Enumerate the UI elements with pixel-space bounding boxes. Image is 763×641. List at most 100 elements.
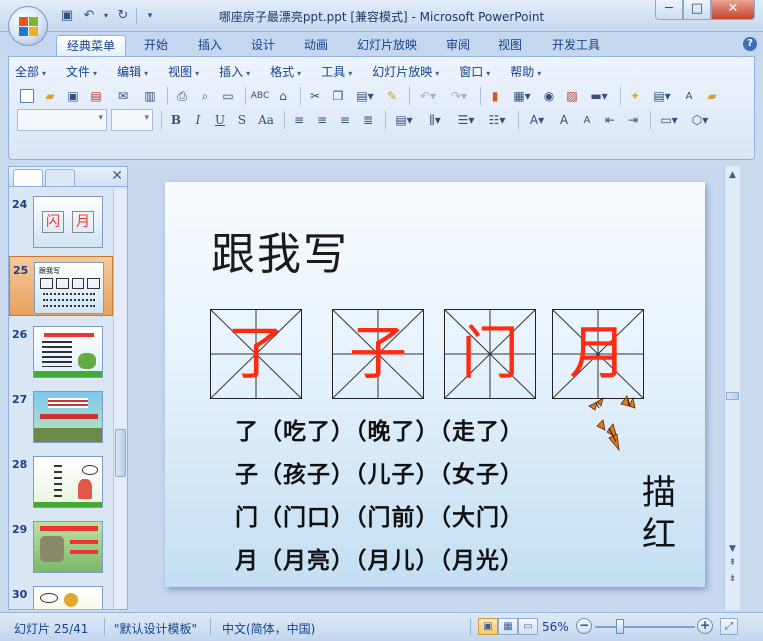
tianzige-box-3[interactable]: 门 — [444, 309, 536, 399]
zoom-slider-track[interactable] — [595, 626, 695, 628]
menu-file[interactable]: 文件 ▾ — [66, 63, 97, 81]
change-case-button[interactable]: Aa — [254, 110, 278, 130]
numbering-icon[interactable]: ☷▾ — [483, 110, 511, 130]
zoom-level[interactable]: 56% — [542, 620, 569, 634]
menu-all[interactable]: 全部 ▾ — [15, 63, 46, 81]
shadow-button[interactable]: S — [232, 110, 252, 130]
menu-view[interactable]: 视图 ▾ — [168, 63, 199, 81]
email-icon[interactable]: ✉ — [109, 86, 137, 106]
copy-icon[interactable]: ❐ — [328, 86, 348, 106]
thumbnail-slide-29[interactable]: 29 — [9, 516, 113, 576]
text-direction-icon[interactable]: ▤▾ — [390, 110, 418, 130]
slide-scrollbar[interactable]: ▲ ▼ ⇞ ⇟ — [724, 166, 740, 610]
thumbnail-slide-26[interactable]: 26 — [9, 321, 113, 381]
layout-icon[interactable]: ▤▾ — [648, 86, 676, 106]
phrase-row-4[interactable]: 月（月亮）（月儿）（月光） — [235, 541, 524, 575]
menu-window[interactable]: 窗口 ▾ — [459, 63, 490, 81]
font-name-combo[interactable] — [17, 109, 107, 131]
print-preview-icon[interactable]: ⌕ — [195, 86, 215, 106]
bullets-icon[interactable]: ☰▾ — [452, 110, 480, 130]
grayscale-icon[interactable]: ▬▾ — [585, 86, 613, 106]
chart-icon[interactable]: ▮ — [485, 86, 505, 106]
zoom-slider-thumb[interactable] — [616, 619, 624, 634]
thumbnail-slide-28[interactable]: 28 — [9, 451, 113, 511]
normal-view-button[interactable]: ▣ — [478, 618, 498, 635]
decrease-indent-icon[interactable]: ⇤ — [600, 110, 620, 130]
textbox-icon[interactable]: A — [679, 86, 699, 106]
shrink-font-icon[interactable]: A — [577, 110, 597, 130]
phrase-row-1[interactable]: 了（吃了）（晚了）（走了） — [235, 412, 524, 446]
bold-button[interactable]: B — [166, 110, 186, 130]
previous-slide-icon[interactable]: ⇞ — [727, 558, 738, 568]
help-icon[interactable]: ? — [743, 37, 757, 51]
font-color-icon[interactable]: A▾ — [523, 110, 551, 130]
spelling-icon[interactable]: ABC — [250, 86, 270, 106]
folder-icon[interactable]: ▰ — [702, 86, 722, 106]
color-icon[interactable]: ▨ — [562, 86, 582, 106]
menu-slideshow[interactable]: 幻灯片放映 ▾ — [372, 63, 439, 81]
menu-edit[interactable]: 编辑 ▾ — [117, 63, 148, 81]
redo-icon[interactable]: ↷▾ — [445, 86, 473, 106]
tab-review[interactable]: 审阅 — [436, 35, 480, 56]
cut-icon[interactable]: ✂ — [305, 86, 325, 106]
align-right-icon[interactable]: ≡ — [335, 110, 355, 130]
next-slide-icon[interactable]: ⇟ — [727, 574, 738, 584]
publish-icon[interactable]: ▥ — [140, 86, 160, 106]
tab-insert[interactable]: 插入 — [188, 35, 232, 56]
slide-sorter-button[interactable]: ▦ — [498, 618, 518, 635]
scrollbar-thumb[interactable] — [726, 392, 739, 400]
picture-icon[interactable]: ◉ — [539, 86, 559, 106]
thumbnail-slide-25[interactable]: 25 跟我写 — [9, 256, 113, 316]
open-folder-icon[interactable]: ▰ — [40, 86, 60, 106]
tab-slideshow[interactable]: 幻灯片放映 — [347, 35, 427, 56]
increase-indent-icon[interactable]: ⇥ — [623, 110, 643, 130]
permission-icon[interactable]: ▤ — [86, 86, 106, 106]
close-icon[interactable]: ✕ — [111, 168, 123, 184]
print-icon[interactable]: ⎙ — [172, 86, 192, 106]
scrollbar-thumb[interactable] — [115, 429, 126, 477]
screen-icon[interactable]: ▭ — [218, 86, 238, 106]
fit-to-window-icon[interactable]: ⤢ — [720, 618, 738, 635]
scroll-up-icon[interactable]: ▲ — [727, 170, 738, 180]
italic-button[interactable]: I — [188, 110, 208, 130]
underline-button[interactable]: U — [210, 110, 230, 130]
format-painter-icon[interactable]: ✎ — [382, 86, 402, 106]
align-left-icon[interactable]: ≡ — [289, 110, 309, 130]
tianzige-box-4[interactable]: 月 — [552, 309, 644, 399]
menu-tools[interactable]: 工具 ▾ — [321, 63, 352, 81]
grow-font-icon[interactable]: A — [554, 110, 574, 130]
scroll-down-icon[interactable]: ▼ — [727, 544, 738, 554]
theme-name[interactable]: "默认设计模板" — [114, 620, 197, 637]
phrase-row-2[interactable]: 子（孩子）（儿子）（女子） — [235, 455, 524, 489]
tab-animation[interactable]: 动画 — [294, 35, 338, 56]
tab-classic-menu[interactable]: 经典菜单 — [56, 35, 127, 56]
tab-design[interactable]: 设计 — [241, 35, 285, 56]
tianzige-box-2[interactable]: 子 — [332, 309, 424, 399]
thumbnail-scrollbar[interactable] — [113, 189, 127, 609]
language-indicator[interactable]: 中文(简体，中国) — [222, 620, 315, 637]
tab-home[interactable]: 开始 — [134, 35, 178, 56]
justify-icon[interactable]: ≣ — [358, 110, 378, 130]
menu-help[interactable]: 帮助 ▾ — [510, 63, 541, 81]
tracing-label[interactable]: 描 红 — [639, 472, 679, 556]
new-slide-icon[interactable]: ✦ — [625, 86, 645, 106]
zoom-out-icon[interactable]: − — [576, 618, 592, 634]
menu-format[interactable]: 格式 ▾ — [270, 63, 301, 81]
phrase-row-3[interactable]: 门（门口）（门前）（大门） — [235, 498, 524, 532]
menu-insert[interactable]: 插入 ▾ — [219, 63, 250, 81]
columns-icon[interactable]: ⫼▾ — [421, 110, 449, 130]
office-button[interactable] — [8, 6, 48, 46]
zoom-in-icon[interactable]: + — [697, 618, 713, 634]
tab-developer[interactable]: 开发工具 — [542, 35, 610, 56]
slideshow-button[interactable]: ▭ — [518, 618, 538, 635]
current-slide[interactable]: 跟我写 了 子 门 月 了（吃了）（晚了）（走了） 子（孩子）（儿子）（女子） … — [165, 182, 705, 587]
paste-icon[interactable]: ▤▾ — [351, 86, 379, 106]
tab-view[interactable]: 视图 — [488, 35, 532, 56]
minimize-button[interactable]: ─ — [655, 0, 683, 20]
tab-slides[interactable] — [13, 169, 43, 186]
slide-title[interactable]: 跟我写 — [211, 218, 349, 282]
maximize-button[interactable]: □ — [683, 0, 711, 20]
research-icon[interactable]: ⌂ — [273, 86, 293, 106]
close-button[interactable]: ✕ — [711, 0, 755, 20]
align-center-icon[interactable]: ≡ — [312, 110, 332, 130]
